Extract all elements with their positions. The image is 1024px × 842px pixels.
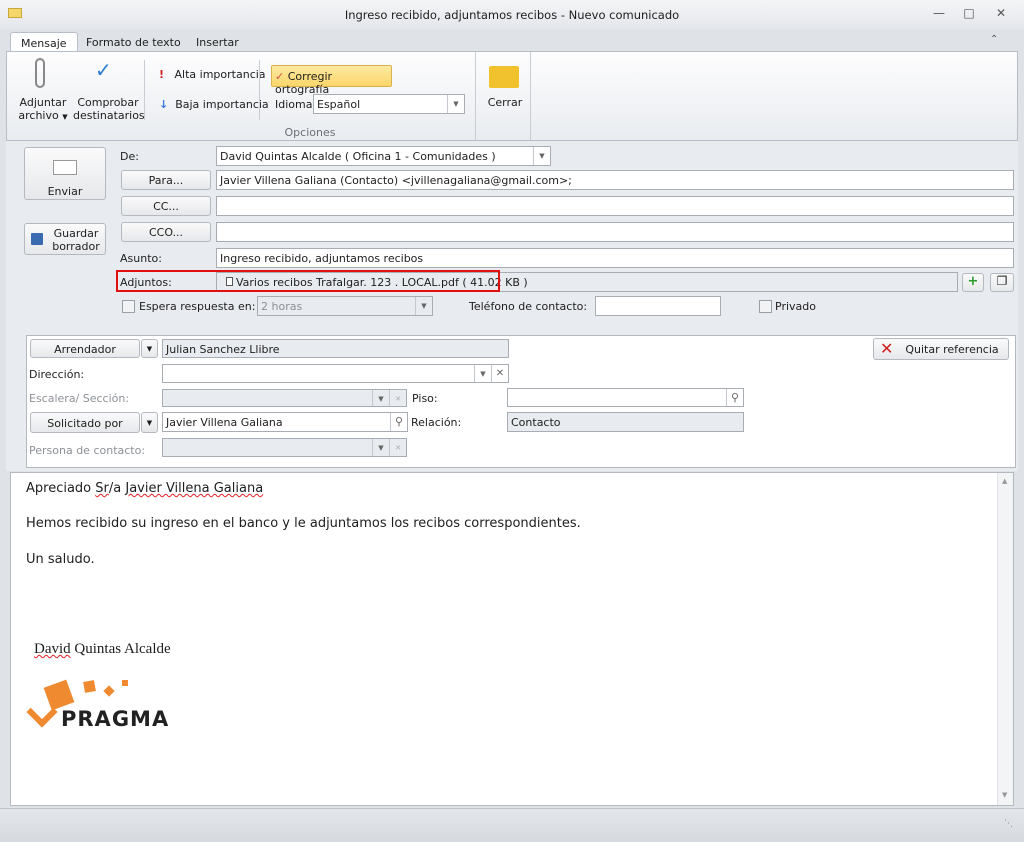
collapse-ribbon-icon[interactable]: ⌃ bbox=[990, 34, 998, 45]
copy-attachment-icon[interactable]: ❐ bbox=[990, 273, 1014, 292]
tab-mensaje[interactable]: Mensaje bbox=[10, 32, 78, 52]
search-icon[interactable]: ⚲ bbox=[390, 413, 407, 431]
bcc-input[interactable] bbox=[216, 222, 1014, 242]
body-line: Hemos recibido su ingreso en el banco y … bbox=[26, 516, 581, 531]
check-recipients-button[interactable]: ✓ Comprobar destinatarios bbox=[73, 56, 145, 122]
private-checkbox[interactable] bbox=[759, 300, 772, 313]
chevron-down-icon: ▼ bbox=[372, 439, 389, 456]
search-icon[interactable]: ⚲ bbox=[726, 389, 743, 406]
bcc-button[interactable]: CCO... bbox=[121, 222, 211, 242]
save-draft-button[interactable]: Guardar borrador bbox=[24, 223, 106, 255]
maximize-button[interactable]: □ bbox=[958, 6, 980, 22]
floppy-disk-icon bbox=[31, 233, 43, 245]
send-button[interactable]: Enviar bbox=[24, 147, 106, 200]
address-label: Dirección: bbox=[29, 368, 85, 381]
close-compose-button[interactable]: Cerrar bbox=[481, 56, 529, 122]
folder-close-icon bbox=[489, 66, 519, 88]
contact-person-label: Persona de contacto: bbox=[29, 444, 146, 457]
remove-reference-button[interactable]: ✕ Quitar referencia bbox=[873, 338, 1009, 360]
to-button[interactable]: Para... bbox=[121, 170, 211, 190]
from-label: De: bbox=[120, 150, 139, 163]
private-label: Privado bbox=[775, 300, 816, 313]
wait-response-label: Espera respuesta en: bbox=[139, 300, 256, 313]
wait-response-select[interactable]: 2 horas ▼ bbox=[257, 296, 433, 316]
subject-input[interactable]: Ingreso recibido, adjuntamos recibos bbox=[216, 248, 1014, 268]
greeting-line: Apreciado Sr/a Javier Villena Galiana bbox=[26, 481, 264, 496]
reference-name-field: Julian Sanchez Llibre bbox=[162, 339, 509, 358]
attach-file-button[interactable]: Adjuntar archivo ▼ bbox=[13, 56, 73, 122]
status-bar: ⋱ bbox=[0, 808, 1024, 842]
stair-select: ▼ ✕ bbox=[162, 389, 407, 407]
address-select[interactable]: ▼ ✕ bbox=[162, 364, 509, 383]
relation-field: Contacto bbox=[507, 412, 744, 432]
paperclip-icon bbox=[35, 58, 45, 88]
from-select[interactable]: David Quintas Alcalde ( Oficina 1 - Comu… bbox=[216, 146, 551, 166]
envelope-icon bbox=[53, 160, 77, 175]
signature-name: David Quintas Alcalde bbox=[34, 641, 171, 657]
low-importance-button[interactable]: ↓ Baja importancia bbox=[159, 98, 269, 111]
contact-person-select: ▼ ✕ bbox=[162, 438, 407, 457]
arrow-down-icon: ↓ bbox=[159, 98, 169, 111]
spellcheck-icon: ✓ bbox=[275, 70, 285, 83]
stair-label: Escalera/ Sección: bbox=[29, 392, 130, 405]
language-label: Idioma: bbox=[275, 98, 317, 111]
subject-label: Asunto: bbox=[120, 252, 162, 265]
chevron-down-icon[interactable]: ▼ bbox=[447, 95, 464, 113]
floor-input[interactable]: ⚲ bbox=[507, 388, 744, 407]
chevron-down-icon[interactable]: ▼ bbox=[141, 412, 158, 433]
tab-formato-texto[interactable]: Formato de texto bbox=[76, 32, 191, 52]
clear-icon: ✕ bbox=[389, 439, 406, 456]
exclamation-icon: ! bbox=[159, 68, 165, 81]
pragma-logo: PRAGMA bbox=[26, 677, 192, 737]
cc-button[interactable]: CC... bbox=[121, 196, 211, 216]
minimize-button[interactable]: — bbox=[928, 6, 950, 22]
chevron-down-icon[interactable]: ▼ bbox=[141, 339, 158, 358]
relation-label: Relación: bbox=[411, 416, 462, 429]
phone-input[interactable] bbox=[595, 296, 721, 316]
x-icon: ✕ bbox=[880, 339, 894, 358]
add-attachment-icon[interactable]: + bbox=[962, 273, 984, 292]
language-select[interactable]: Español ▼ bbox=[313, 94, 465, 114]
scroll-up-icon[interactable]: ▲ bbox=[1002, 477, 1007, 485]
phone-label: Teléfono de contacto: bbox=[469, 300, 588, 313]
requested-by-button[interactable]: Solicitado por bbox=[30, 412, 140, 433]
floor-label: Piso: bbox=[412, 392, 438, 405]
reference-type-button[interactable]: Arrendador bbox=[30, 339, 140, 358]
group-label-opciones: Opciones bbox=[284, 126, 336, 139]
tab-insertar[interactable]: Insertar bbox=[186, 32, 249, 52]
ribbon: Adjuntar archivo ▼ ✓ Comprobar destinata… bbox=[6, 51, 1018, 141]
highlight-box bbox=[116, 270, 500, 292]
chevron-down-icon[interactable]: ▼ bbox=[474, 365, 491, 382]
resize-grip-icon[interactable]: ⋱ bbox=[1004, 819, 1013, 829]
close-button[interactable]: ✕ bbox=[990, 6, 1012, 22]
clear-icon[interactable]: ✕ bbox=[491, 365, 508, 382]
recipients-check-icon: ✓ bbox=[95, 58, 112, 82]
chevron-down-icon: ▼ bbox=[62, 113, 68, 121]
to-input[interactable]: Javier Villena Galiana (Contacto) <jvill… bbox=[216, 170, 1014, 190]
spell-check-button[interactable]: ✓ Corregir ortografía bbox=[271, 65, 392, 96]
chevron-down-icon: ▼ bbox=[372, 390, 389, 406]
cc-input[interactable] bbox=[216, 196, 1014, 216]
high-importance-button[interactable]: ! Alta importancia bbox=[159, 68, 266, 81]
scroll-down-icon[interactable]: ▼ bbox=[1002, 791, 1007, 799]
vertical-scrollbar[interactable]: ▲ ▼ bbox=[997, 473, 1013, 805]
clear-icon: ✕ bbox=[389, 390, 406, 406]
window-title: Ingreso recibido, adjuntamos recibos - N… bbox=[344, 8, 680, 22]
chevron-down-icon: ▼ bbox=[415, 297, 432, 315]
wait-response-checkbox[interactable] bbox=[122, 300, 135, 313]
requested-by-input[interactable]: Javier Villena Galiana ⚲ bbox=[162, 412, 408, 432]
closing-line: Un saludo. bbox=[26, 552, 95, 567]
chevron-down-icon[interactable]: ▼ bbox=[533, 147, 550, 165]
message-body-editor[interactable]: Apreciado Sr/a Javier Villena Galiana He… bbox=[10, 472, 1014, 806]
title-bar: Ingreso recibido, adjuntamos recibos - N… bbox=[0, 0, 1024, 30]
